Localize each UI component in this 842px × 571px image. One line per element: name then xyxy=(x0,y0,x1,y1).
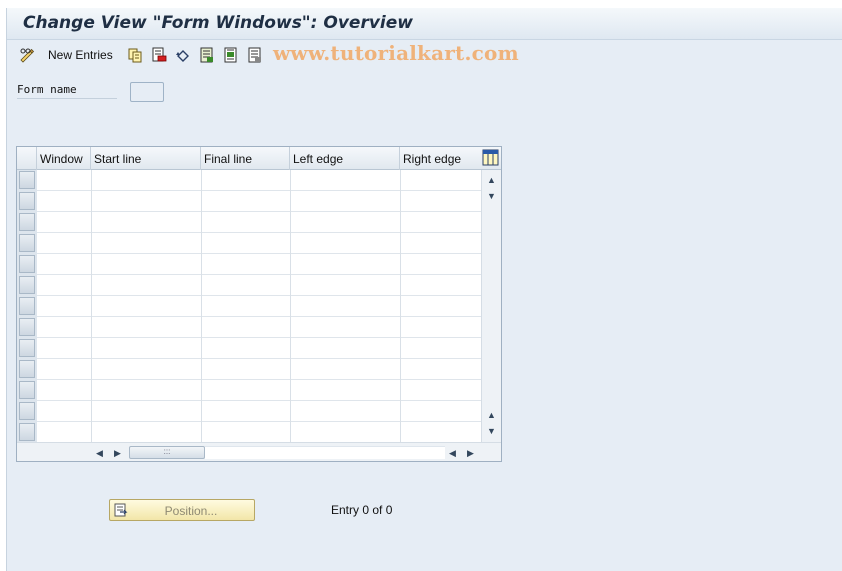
entry-counter: Entry 0 of 0 xyxy=(331,503,393,517)
scroll-left-icon[interactable]: ◀ xyxy=(96,448,103,458)
column-header-right-edge[interactable]: Right edge xyxy=(400,147,481,170)
horizontal-scroll-thumb[interactable]: ::: xyxy=(129,446,205,459)
table-row[interactable] xyxy=(37,212,481,233)
table-header: Window Start line Final line Left edge R… xyxy=(17,147,501,170)
vertical-scrollbar[interactable]: ▲ ▼ ▲ ▼ xyxy=(481,170,501,442)
scroll-far-right-icon[interactable]: ▶ xyxy=(467,448,474,458)
row-selector[interactable] xyxy=(19,234,35,252)
table-row[interactable] xyxy=(37,338,481,359)
table-row[interactable] xyxy=(37,275,481,296)
horizontal-scroll-track[interactable] xyxy=(205,446,445,459)
form-windows-table: Window Start line Final line Left edge R… xyxy=(16,146,502,462)
select-block-icon[interactable] xyxy=(223,47,239,63)
application-toolbar: New Entries www.tutorialkart.com xyxy=(7,41,842,71)
row-selector[interactable] xyxy=(19,402,35,420)
column-header-start-line[interactable]: Start line xyxy=(91,147,201,170)
table-row[interactable] xyxy=(37,233,481,254)
column-divider xyxy=(201,170,202,442)
row-selector[interactable] xyxy=(19,318,35,336)
column-divider xyxy=(290,170,291,442)
row-selector[interactable] xyxy=(19,213,35,231)
horizontal-scrollbar[interactable]: ◀ ▶ ::: ◀ ▶ xyxy=(17,442,501,461)
row-selector[interactable] xyxy=(19,276,35,294)
display-change-icon[interactable] xyxy=(19,47,35,63)
table-row[interactable] xyxy=(37,170,481,191)
form-name-input[interactable] xyxy=(130,82,164,102)
position-button[interactable]: Position... xyxy=(109,499,255,521)
row-selector[interactable] xyxy=(19,297,35,315)
copy-icon[interactable] xyxy=(127,47,143,63)
select-all-rows-corner[interactable] xyxy=(17,147,37,170)
row-selector[interactable] xyxy=(19,360,35,378)
scroll-page-down-icon[interactable]: ▼ xyxy=(487,426,496,436)
deselect-all-icon[interactable] xyxy=(247,47,263,63)
row-selector[interactable] xyxy=(19,192,35,210)
row-selector[interactable] xyxy=(19,171,35,189)
table-row[interactable] xyxy=(37,317,481,338)
table-row[interactable] xyxy=(37,296,481,317)
new-entries-button[interactable]: New Entries xyxy=(48,48,113,62)
table-row[interactable] xyxy=(37,254,481,275)
column-header-final-line[interactable]: Final line xyxy=(201,147,290,170)
table-row[interactable] xyxy=(37,359,481,380)
undo-icon[interactable] xyxy=(175,47,191,63)
row-selector[interactable] xyxy=(19,255,35,273)
row-selector[interactable] xyxy=(19,381,35,399)
scroll-line-down-icon[interactable]: ▼ xyxy=(487,191,496,201)
position-button-label: Position... xyxy=(164,504,218,518)
column-header-left-edge[interactable]: Left edge xyxy=(290,147,400,170)
scroll-line-up-icon[interactable]: ▲ xyxy=(487,410,496,420)
page-title: Change View "Form Windows": Overview xyxy=(23,13,413,33)
delete-icon[interactable] xyxy=(151,47,167,63)
form-name-label: Form name xyxy=(17,83,117,99)
table-row[interactable] xyxy=(37,422,481,443)
main-window: Change View "Form Windows": Overview New… xyxy=(6,8,842,571)
scroll-right-icon[interactable]: ▶ xyxy=(114,448,121,458)
column-header-window[interactable]: Window xyxy=(37,147,91,170)
table-row[interactable] xyxy=(37,380,481,401)
scroll-far-left-icon[interactable]: ◀ xyxy=(449,448,456,458)
row-selector[interactable] xyxy=(19,339,35,357)
column-divider xyxy=(400,170,401,442)
title-bar: Change View "Form Windows": Overview xyxy=(7,8,842,40)
row-selector-column xyxy=(17,170,37,442)
scroll-page-up-icon[interactable]: ▲ xyxy=(487,175,496,185)
table-row[interactable] xyxy=(37,401,481,422)
row-selector[interactable] xyxy=(19,423,35,441)
table-settings-icon[interactable] xyxy=(482,149,499,166)
column-divider xyxy=(91,170,92,442)
watermark: www.tutorialkart.com xyxy=(273,41,519,65)
select-all-icon[interactable] xyxy=(199,47,215,63)
table-row[interactable] xyxy=(37,191,481,212)
